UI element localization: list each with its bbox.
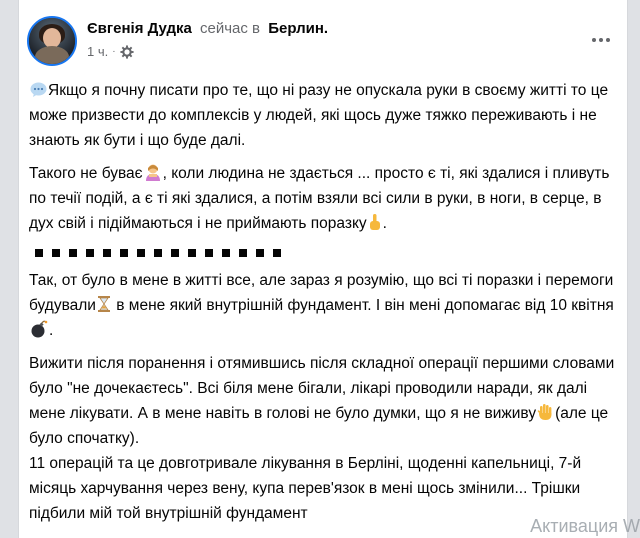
avatar[interactable] bbox=[27, 16, 77, 66]
post-meta: 1 ч. · bbox=[87, 44, 134, 59]
paragraph-2: Такого не буває , коли людина не здаєтьс… bbox=[29, 161, 619, 236]
paragraph-3: Так, от було в мене в житті все, але зар… bbox=[29, 268, 619, 343]
gear-icon[interactable] bbox=[120, 44, 134, 59]
paragraph-2-text-a: Такого не буває bbox=[29, 165, 143, 182]
paragraph-3-text-c: . bbox=[49, 322, 54, 339]
meta-separator: · bbox=[112, 46, 116, 57]
author-line: Євгенія Дудка сейчас в Берлин. bbox=[87, 20, 328, 37]
speech-bubble-icon bbox=[30, 82, 47, 97]
pointing-up-icon bbox=[369, 214, 380, 230]
author-name[interactable]: Євгенія Дудка bbox=[87, 20, 192, 37]
paragraph-5-text: 11 операцій та це довготривале лікування… bbox=[29, 455, 582, 522]
person-gesturing-icon bbox=[145, 164, 160, 181]
paragraph-2-text-c: . bbox=[382, 215, 387, 232]
bomb-icon bbox=[31, 320, 48, 338]
paragraph-1: Якщо я почну писати про те, що ні разу н… bbox=[29, 78, 619, 153]
post-content: Якщо я почну писати про те, що ні разу н… bbox=[29, 78, 619, 534]
place-link[interactable]: Берлин. bbox=[268, 20, 328, 37]
paragraph-1-text: Якщо я почну писати про те, що ні разу н… bbox=[29, 82, 609, 149]
separator-squares bbox=[35, 244, 619, 262]
hourglass-icon bbox=[97, 296, 110, 312]
location-status: сейчас в bbox=[200, 20, 261, 37]
post-header: Євгенія Дудка сейчас в Берлин. 1 ч. · bbox=[27, 16, 619, 68]
paragraph-5: 11 операцій та це довготривале лікування… bbox=[29, 451, 619, 526]
post-card: Євгенія Дудка сейчас в Берлин. 1 ч. · Як… bbox=[18, 0, 628, 538]
post-time[interactable]: 1 ч. bbox=[87, 44, 108, 59]
windows-activation-watermark: Активация W bbox=[530, 516, 640, 536]
paragraph-4-text-a: Вижити після поранення і отямившись післ… bbox=[29, 355, 615, 422]
raised-hand-icon bbox=[537, 404, 552, 420]
paragraph-4: Вижити після поранення і отямившись післ… bbox=[29, 351, 619, 451]
paragraph-3-text-b: в мене який внутрішній фундамент. І він … bbox=[111, 297, 614, 314]
more-icon[interactable] bbox=[587, 30, 615, 50]
